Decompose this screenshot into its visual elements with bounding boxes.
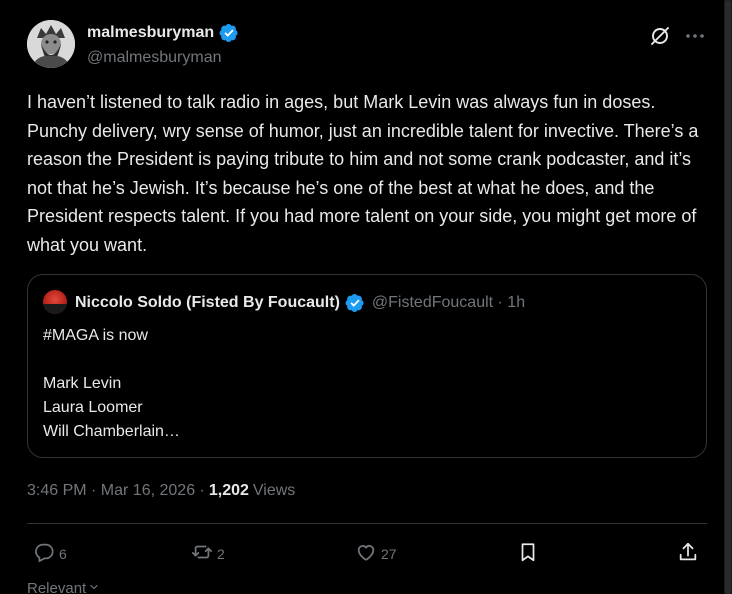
share-icon [677,541,699,566]
views-label: Views [252,482,296,499]
tweet-action-bar: 6 2 27 [27,541,707,569]
tweet-text: I haven’t listened to talk radio in ages… [27,92,704,255]
quoted-tweet-card[interactable]: Niccolo Soldo (Fisted By Foucault) @Fist… [27,274,707,458]
scrollbar[interactable] [724,0,732,594]
quoted-author-avatar[interactable] [43,290,67,314]
tweet-timestamp[interactable]: 3:46 PM · Mar 16, 2026 · [27,482,205,500]
repost-count: 2 [217,545,225,562]
reply-count: 6 [59,545,67,562]
author-display-name[interactable]: malmesburyman [87,24,214,42]
bookmark-icon [517,541,539,566]
author-avatar[interactable] [27,20,75,68]
verified-badge-icon[interactable] [219,23,239,43]
more-icon[interactable] [683,24,707,48]
quoted-author-display-name[interactable]: Niccolo Soldo (Fisted By Foucault) [75,294,340,312]
reply-icon [33,541,55,566]
quoted-tweet-header: Niccolo Soldo (Fisted By Foucault) @Fist… [75,293,525,313]
tweet-meta-row: 3:46 PM · Mar 16, 2026 · 1,202 Views [27,482,295,500]
like-icon [355,541,377,566]
chevron-down-icon [88,580,100,594]
share-button[interactable] [677,541,699,566]
tweet-detail-panel: malmesburyman @malmesburyman I haven’t l… [0,0,724,594]
divider [27,523,707,524]
sort-replies-dropdown[interactable]: Relevant [27,580,100,594]
reply-button[interactable]: 6 [33,541,67,566]
like-button[interactable]: 27 [355,541,397,566]
repost-icon [191,541,213,566]
views-count: 1,202 [208,482,249,499]
verified-badge-icon[interactable] [345,293,365,313]
sort-label: Relevant [27,580,87,594]
quoted-handle-time[interactable]: @FistedFoucault · 1h [372,294,525,312]
tweet-header: malmesburyman @malmesburyman [27,20,707,72]
quoted-tweet-text: #MAGA is now Mark Levin Laura Loomer Wil… [43,327,180,440]
scrollbar-thumb[interactable] [725,0,731,594]
author-handle[interactable]: @malmesburyman [87,49,222,67]
repost-button[interactable]: 2 [191,541,225,566]
like-count: 27 [381,545,397,562]
grok-icon[interactable] [648,24,672,48]
author-name-row: malmesburyman [87,23,239,43]
bookmark-button[interactable] [517,541,539,566]
